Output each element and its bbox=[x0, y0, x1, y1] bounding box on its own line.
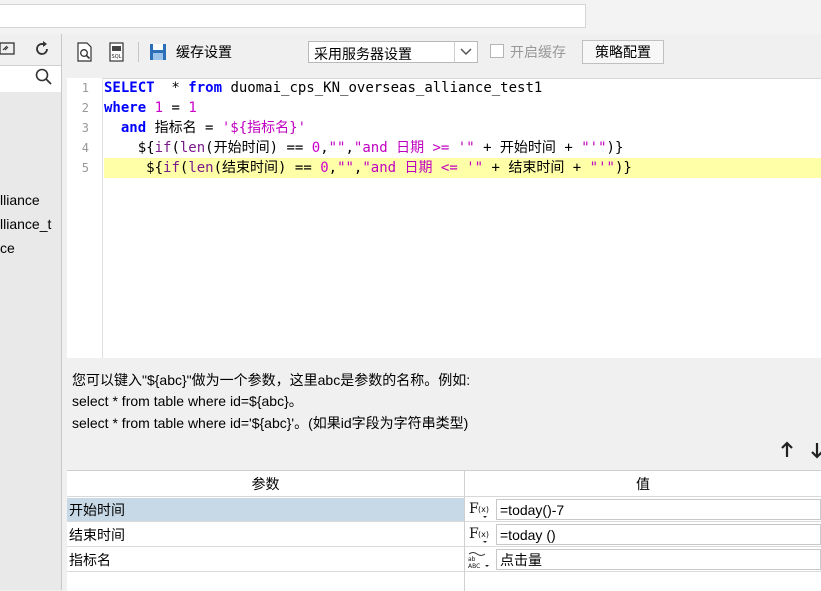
cache-mode-select[interactable]: 采用服务器设置 bbox=[308, 41, 478, 63]
line-number: 3 bbox=[81, 121, 89, 135]
line-number: 1 bbox=[81, 81, 89, 95]
column-header-param: 参数 bbox=[67, 471, 464, 497]
cache-icon[interactable] bbox=[148, 40, 168, 64]
move-up-icon[interactable] bbox=[780, 441, 794, 464]
enable-cache-label: 开启缓存 bbox=[510, 44, 566, 60]
table-row[interactable]: 开始时间 F (x) =today()-7 bbox=[67, 498, 821, 522]
help-text-1: 您可以键入"${abc}"做为一个参数，这里abc是参数的名称。例如: bbox=[72, 372, 471, 388]
move-down-icon[interactable] bbox=[810, 441, 821, 464]
query-toolbar: SQL 缓存设置 采用服务器设置 开启缓存 策略配置 bbox=[66, 36, 821, 68]
edit-datasource-icon[interactable] bbox=[0, 37, 20, 61]
list-item[interactable]: lliance_t bbox=[0, 216, 51, 232]
svg-text:ABC: ABC bbox=[468, 563, 480, 570]
code-line-1: SELECT * from duomai_cps_KN_overseas_all… bbox=[104, 80, 543, 96]
line-number-gutter: 1 2 3 4 5 bbox=[67, 78, 103, 358]
code-line-4: ${if(len(开始时间) == 0,"","and 日期 >= '" + 开… bbox=[104, 140, 624, 156]
table-row[interactable]: 结束时间 F (x) =today () bbox=[67, 523, 821, 547]
table-row[interactable]: 指标名 ab ABC 点击量 bbox=[67, 548, 821, 572]
list-item[interactable]: lliance bbox=[0, 192, 40, 208]
chevron-down-icon[interactable] bbox=[454, 42, 477, 62]
svg-text:(x): (x) bbox=[478, 530, 489, 539]
param-value-field[interactable]: =today()-7 bbox=[496, 499, 821, 520]
left-search-input[interactable] bbox=[0, 65, 61, 93]
svg-text:SQL: SQL bbox=[112, 54, 122, 60]
column-divider bbox=[464, 471, 465, 591]
help-text-2: select * from table where id=${abc}。 bbox=[72, 393, 303, 409]
line-number: 4 bbox=[81, 141, 89, 155]
enable-cache-checkbox[interactable] bbox=[490, 44, 504, 58]
search-icon[interactable] bbox=[35, 68, 53, 91]
left-toolbar bbox=[0, 34, 61, 64]
code-line-2: where 1 = 1 bbox=[104, 100, 197, 116]
code-line-5: ${if(len(结束时间) == 0,"","and 日期 <= '" + 结… bbox=[104, 160, 632, 176]
line-number: 5 bbox=[81, 161, 89, 175]
datasource-list: lliance lliance_t ce bbox=[0, 92, 61, 590]
svg-text:ab: ab bbox=[468, 556, 476, 563]
column-header-value: 值 bbox=[465, 471, 821, 497]
line-number: 2 bbox=[81, 101, 89, 115]
param-name-cell[interactable]: 结束时间 bbox=[67, 523, 464, 546]
code-line-3: and 指标名 = '${指标名}' bbox=[120, 120, 307, 136]
cache-mode-value: 采用服务器设置 bbox=[314, 46, 412, 62]
parameter-table: 参数 值 开始时间 F (x) =today()-7 结束时间 F (x) =tod… bbox=[67, 470, 821, 591]
formula-icon[interactable]: F (x) bbox=[465, 523, 493, 546]
sql-icon[interactable]: SQL bbox=[108, 40, 126, 64]
param-value-field[interactable]: 点击量 bbox=[496, 549, 821, 570]
svg-text:(x): (x) bbox=[478, 505, 489, 514]
formula-icon[interactable]: F (x) bbox=[465, 498, 493, 521]
refresh-icon[interactable] bbox=[30, 37, 54, 61]
cache-settings-label: 缓存设置 bbox=[176, 44, 232, 60]
text-type-icon[interactable]: ab ABC bbox=[465, 548, 493, 571]
preview-icon[interactable] bbox=[76, 40, 94, 64]
param-name-cell[interactable]: 开始时间 bbox=[67, 498, 464, 521]
address-input[interactable] bbox=[0, 4, 586, 28]
param-value-field[interactable]: =today () bbox=[496, 524, 821, 545]
policy-config-button[interactable]: 策略配置 bbox=[582, 40, 664, 64]
help-panel: 您可以键入"${abc}"做为一个参数，这里abc是参数的名称。例如: sele… bbox=[67, 358, 821, 468]
param-name-cell[interactable]: 指标名 bbox=[67, 548, 464, 571]
help-text-3: select * from table where id='${abc}'。(如… bbox=[72, 415, 469, 431]
list-item[interactable]: ce bbox=[0, 240, 15, 256]
